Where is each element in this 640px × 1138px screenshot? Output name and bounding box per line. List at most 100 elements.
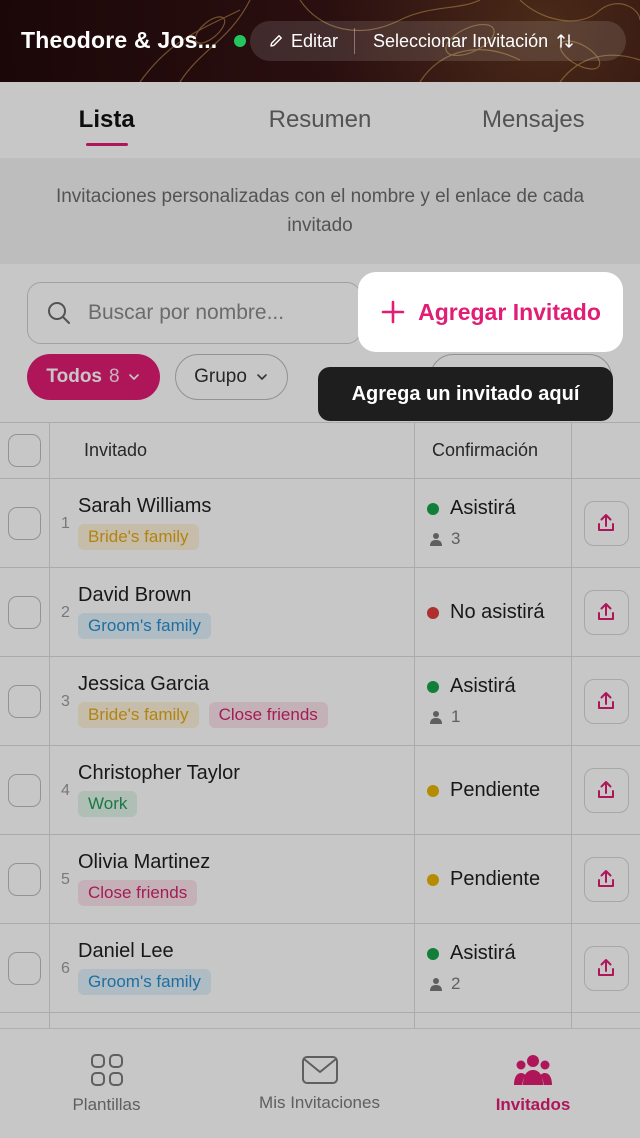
table-row[interactable]: 1 Sarah Williams Bride's family Asistirá… <box>0 479 640 568</box>
status-dot <box>427 873 439 886</box>
row-checkbox[interactable] <box>8 684 41 718</box>
share-button[interactable] <box>583 500 629 546</box>
filter-group-button[interactable]: Grupo <box>175 354 288 400</box>
share-icon <box>598 781 614 798</box>
table-body: 1 Sarah Williams Bride's family Asistirá… <box>0 479 640 1102</box>
row-checkbox[interactable] <box>8 951 41 985</box>
status: Asistirá <box>427 675 516 698</box>
search-icon <box>48 302 70 324</box>
search-box[interactable] <box>27 282 361 344</box>
app-header: Theodore & Jos... Editar Seleccionar Inv… <box>0 0 640 82</box>
nav-mis-invitaciones[interactable]: Mis Invitaciones <box>213 1029 426 1138</box>
plus-icon <box>381 300 405 324</box>
search-input[interactable] <box>88 301 328 325</box>
chevron-down-icon <box>257 374 267 380</box>
confirmation-cell: Asistirá 3 <box>415 479 572 567</box>
row-index: 2 <box>61 604 70 621</box>
row-checkbox[interactable] <box>8 506 41 540</box>
share-icon <box>598 959 614 976</box>
guest-cell: 5 Olivia Martinez Close friends <box>50 835 415 923</box>
row-check-cell <box>0 657 50 745</box>
status-label: Asistirá <box>450 497 516 519</box>
attendee-count: 1 <box>429 707 460 727</box>
confirmation-cell: Pendiente <box>415 746 572 834</box>
guest-name: Daniel Lee <box>78 940 174 962</box>
action-cell <box>572 657 640 745</box>
row-checkbox[interactable] <box>8 773 41 807</box>
status-label: No asistirá <box>450 601 545 623</box>
select-all-checkbox[interactable] <box>8 434 41 467</box>
tag-list: Close friends <box>78 880 198 906</box>
group-tag: Close friends <box>78 880 198 906</box>
tab-lista-label: Lista <box>78 106 135 133</box>
edit-button[interactable]: Editar <box>250 21 354 61</box>
guest-cell: 1 Sarah Williams Bride's family <box>50 479 415 567</box>
nav-mis-invitaciones-label: Mis Invitaciones <box>259 1092 380 1112</box>
share-button[interactable] <box>583 945 629 991</box>
guest-name: David Brown <box>78 584 192 606</box>
swap-arrows-icon <box>557 34 573 48</box>
pencil-icon <box>270 35 282 47</box>
row-index: 4 <box>61 782 70 799</box>
guest-cell: 3 Jessica Garcia Bride's family Close fri… <box>50 657 415 745</box>
table-row[interactable]: 6 Daniel Lee Groom's family Asistirá 2 <box>0 924 640 1013</box>
status: Asistirá <box>427 497 516 520</box>
action-cell <box>572 568 640 656</box>
edit-label: Editar <box>291 30 339 51</box>
row-index: 5 <box>61 871 70 888</box>
table-row[interactable]: 2 David Brown Groom's family No asistirá <box>0 568 640 657</box>
row-checkbox[interactable] <box>8 595 41 629</box>
guest-cell: 6 Daniel Lee Groom's family <box>50 924 415 1012</box>
attendee-count-value: 1 <box>451 707 461 726</box>
table-header: Invitado Confirmación <box>0 422 640 479</box>
nav-invitados-label: Invitados <box>495 1094 571 1114</box>
row-checkbox[interactable] <box>8 862 41 896</box>
group-tag: Bride's family <box>78 702 199 728</box>
tag-list: Bride's family Close friends <box>78 702 328 728</box>
share-button[interactable] <box>583 856 629 902</box>
table-row[interactable]: 5 Olivia Martinez Close friends Pendient… <box>0 835 640 924</box>
header-guest: Invitado <box>50 423 415 478</box>
tab-mensajes[interactable]: Mensajes <box>427 82 640 158</box>
status: No asistirá <box>427 601 544 624</box>
status-label: Pendiente <box>450 779 541 801</box>
share-button[interactable] <box>583 678 629 724</box>
tag-list: Groom's family <box>78 613 211 639</box>
row-check-cell <box>0 746 50 834</box>
status-dot <box>427 784 439 797</box>
header-check-cell <box>0 423 50 478</box>
guest-table: Invitado Confirmación 1 Sarah Williams B… <box>0 422 640 1102</box>
header-actions-cell <box>572 423 640 478</box>
share-button[interactable] <box>583 767 629 813</box>
action-cell <box>572 479 640 567</box>
action-cell <box>572 835 640 923</box>
group-tag: Close friends <box>208 702 328 728</box>
tag-list: Work <box>78 791 138 817</box>
person-icon <box>430 533 442 546</box>
filter-group-label: Grupo <box>194 366 247 387</box>
add-guest-button[interactable]: Agregar Invitado <box>358 272 623 352</box>
table-row[interactable]: 4 Christopher Taylor Work Pendiente <box>0 746 640 835</box>
status-label: Asistirá <box>450 675 516 697</box>
tag-list: Groom's family <box>78 969 211 995</box>
guest-name: Olivia Martinez <box>78 851 211 873</box>
row-index: 6 <box>61 960 70 977</box>
confirmation-cell: Asistirá 2 <box>415 924 572 1012</box>
table-row[interactable]: 3 Jessica Garcia Bride's family Close fri… <box>0 657 640 746</box>
share-button[interactable] <box>583 589 629 635</box>
tab-resumen[interactable]: Resumen <box>213 82 426 158</box>
header-confirmation: Confirmación <box>415 423 572 478</box>
nav-plantillas[interactable]: Plantillas <box>0 1029 213 1138</box>
tab-lista[interactable]: Lista <box>0 82 213 158</box>
attendee-count-value: 2 <box>451 974 461 993</box>
nav-invitados[interactable]: Invitados <box>426 1029 640 1138</box>
select-invitation-label: Seleccionar Invitación <box>373 30 549 51</box>
filter-all-label: Todos <box>46 366 102 387</box>
person-icon <box>430 711 442 724</box>
add-guest-label: Agregar Invitado <box>418 298 601 325</box>
select-invitation-button[interactable]: Seleccionar Invitación <box>355 21 574 61</box>
filter-all-button[interactable]: Todos 8 <box>27 354 160 400</box>
guest-cell: 4 Christopher Taylor Work <box>50 746 415 834</box>
row-check-cell <box>0 479 50 567</box>
bottom-navigation: Plantillas Mis Invitaciones Invitados <box>0 1028 640 1138</box>
